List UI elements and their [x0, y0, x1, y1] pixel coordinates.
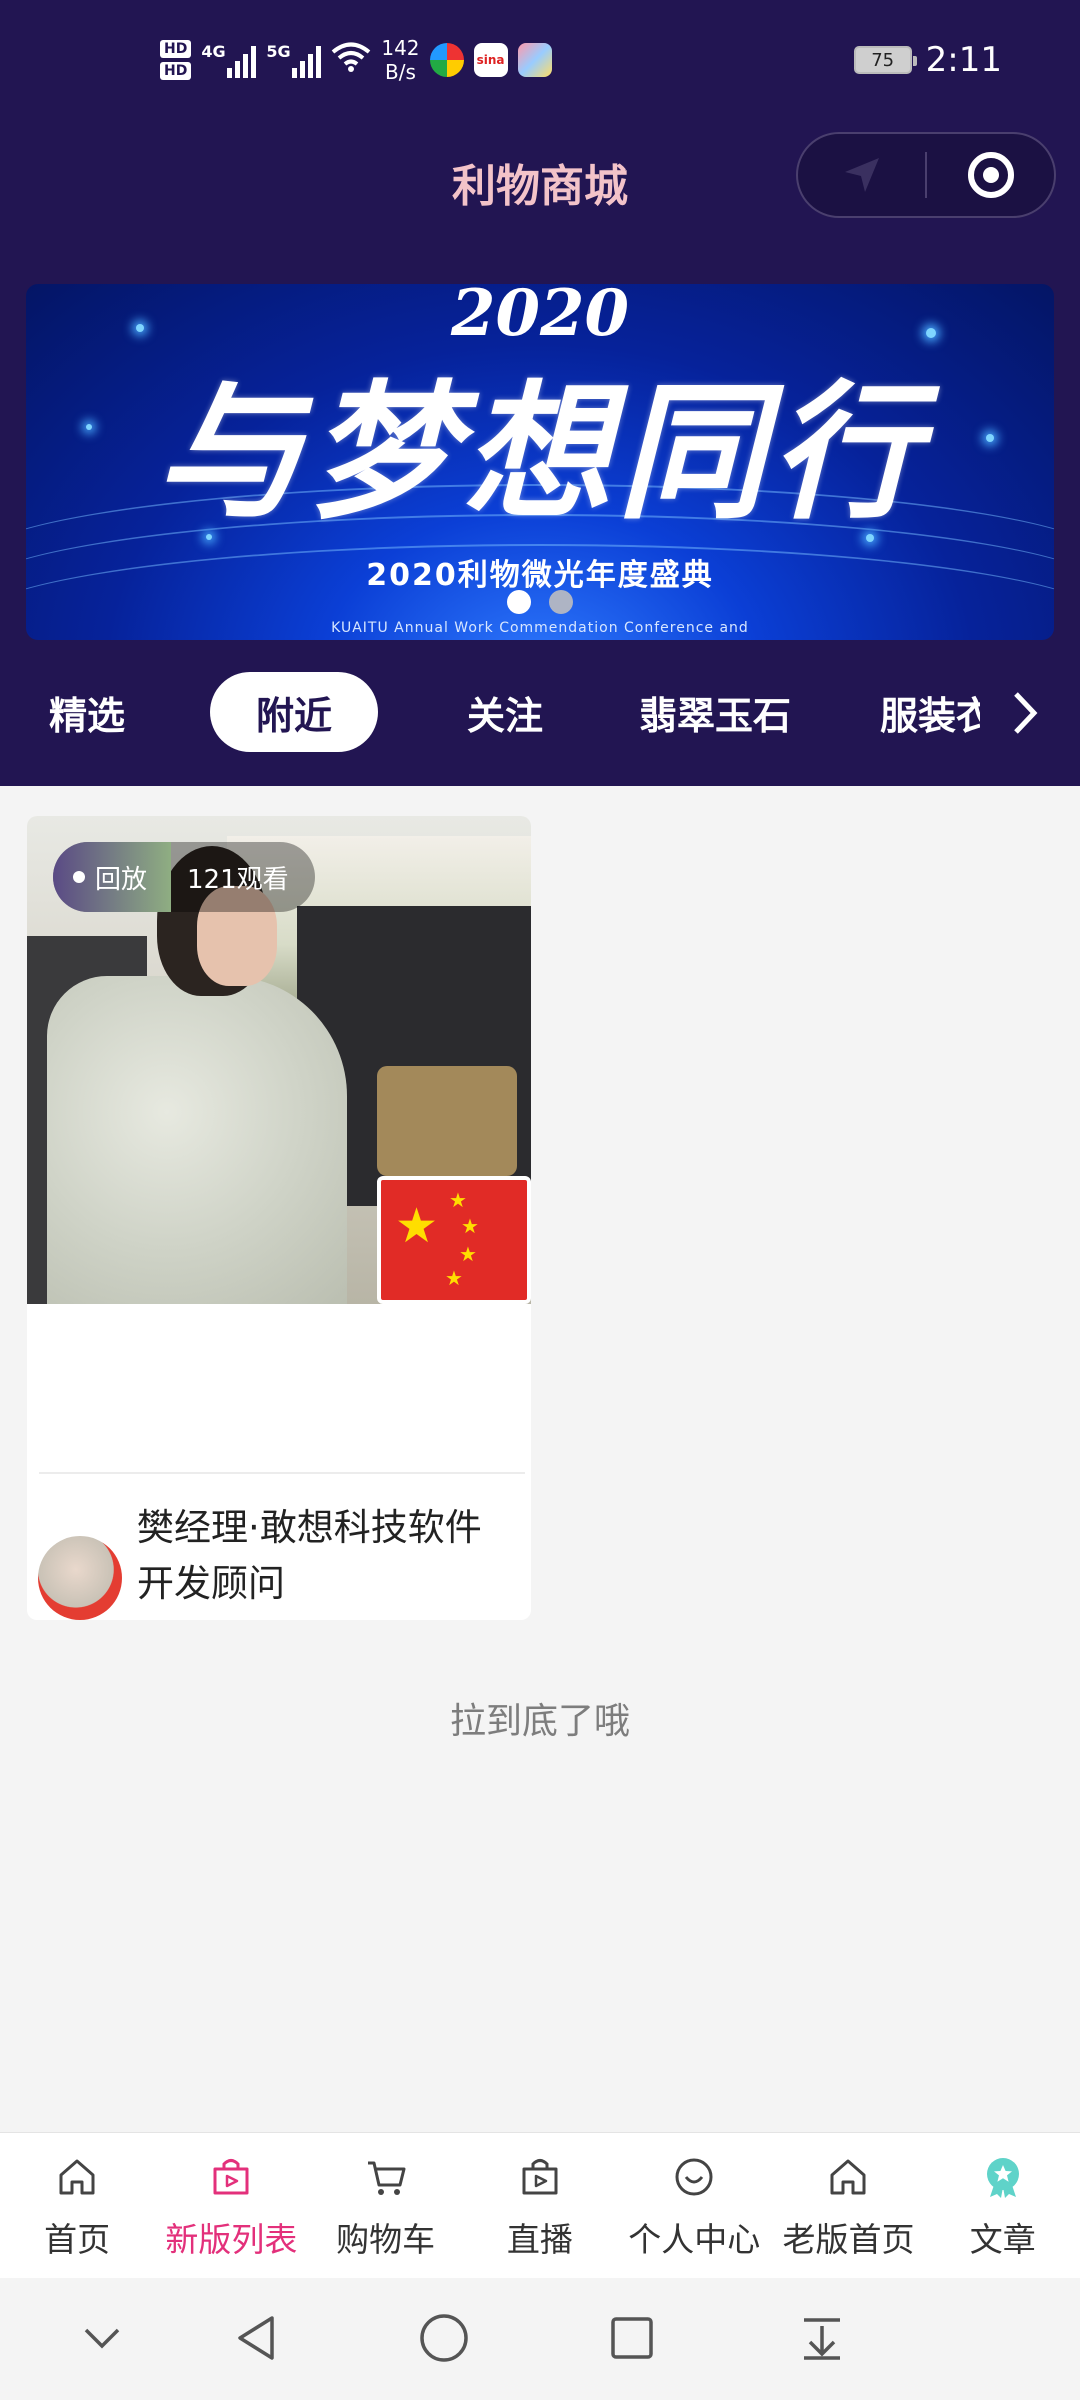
- back-button[interactable]: [226, 2308, 286, 2368]
- cover-person: [47, 976, 347, 1304]
- bottom-tab-bar: 首页 新版列表 购物车 直播 个人中心 老版首页 文章: [0, 2132, 1080, 2278]
- status-right: 75 2:11: [853, 40, 1002, 80]
- bottom-tab-old-home[interactable]: 老版首页: [771, 2133, 925, 2278]
- pull-down-icon: [804, 2318, 840, 2360]
- navigation-arrow-icon: [844, 158, 879, 192]
- banner-headline: 与梦想同行: [155, 367, 925, 539]
- app-notification-icon: [429, 43, 464, 77]
- avatar[interactable]: [38, 1536, 122, 1620]
- bottom-tab-label: 文章: [969, 2220, 1036, 2259]
- hd-badge-2: HD: [160, 62, 192, 80]
- bottom-tab-label: 首页: [44, 2220, 111, 2259]
- live-cover-image[interactable]: ★ ★ ★ ★ ★ 回放 121观看: [27, 816, 531, 1304]
- bottom-tab-label: 个人中心: [628, 2220, 761, 2259]
- speed-value: 142: [381, 36, 420, 60]
- bottom-tab-label: 老版首页: [782, 2220, 915, 2259]
- hide-nav-button[interactable]: [72, 2308, 132, 2368]
- cover-bag: [377, 1066, 517, 1176]
- card-divider: [39, 1472, 525, 1474]
- bottom-tab-cart[interactable]: 购物车: [309, 2133, 463, 2278]
- bottom-tab-label: 购物车: [336, 2220, 436, 2259]
- battery-icon: 75: [853, 46, 917, 74]
- tab-nearby[interactable]: 附近: [210, 672, 378, 752]
- network-type-1: 4G: [201, 42, 226, 61]
- bottom-tab-label: 新版列表: [165, 2220, 298, 2259]
- banner-subtitle: 2020利物微光年度盛典: [366, 558, 714, 593]
- hd-badge-1: HD: [160, 40, 192, 58]
- carousel-dot-1[interactable]: [507, 590, 531, 614]
- location-button[interactable]: [798, 134, 925, 216]
- gallery-notification-icon: [517, 43, 552, 77]
- end-of-list-text: 拉到底了哦: [449, 1701, 630, 1742]
- banner-english-caption: KUAITU Annual Work Commendation Conferen…: [331, 620, 749, 636]
- target-icon: [967, 152, 1014, 198]
- home-icon: [830, 2159, 866, 2195]
- mini-program-capsule: [796, 132, 1056, 218]
- status-bar: HD HD 4G 5G 142 B/s sina 75 2:11: [0, 0, 1080, 130]
- home-button[interactable]: [414, 2308, 474, 2368]
- speed-unit: B/s: [384, 60, 416, 84]
- chevron-down-icon: [84, 2328, 120, 2349]
- battery-level: 75: [871, 49, 895, 71]
- bottom-tab-profile[interactable]: 个人中心: [617, 2133, 771, 2278]
- close-capsule-button[interactable]: [927, 134, 1054, 216]
- live-room-card[interactable]: ★ ★ ★ ★ ★ 回放 121观看 樊经理·敢想科技软件开发顾问: [27, 816, 531, 1620]
- tab-clothing[interactable]: 服装衣: [880, 672, 980, 752]
- live-status-badge: 回放 121观看: [53, 842, 315, 912]
- cart-icon: [367, 2161, 406, 2195]
- network-type-2: 5G: [266, 42, 291, 61]
- home-circle-icon: [420, 2314, 468, 2362]
- bottom-tab-article[interactable]: 文章: [926, 2133, 1080, 2278]
- recents-button[interactable]: [602, 2308, 662, 2368]
- live-bag-icon: [522, 2159, 558, 2195]
- tab-jade[interactable]: 翡翠玉石: [630, 672, 800, 752]
- smiley-icon: [675, 2158, 713, 2196]
- signal-5g-icon: 5G: [266, 42, 322, 78]
- system-nav-bar: [0, 2278, 1080, 2400]
- bottom-tab-new-list[interactable]: 新版列表: [154, 2133, 308, 2278]
- carousel-dots: [26, 590, 1054, 614]
- notification-pull-button[interactable]: [792, 2308, 852, 2368]
- hd-indicators: HD HD: [160, 40, 192, 80]
- replay-label: 回放: [95, 864, 148, 895]
- award-badge-icon: [986, 2158, 1019, 2198]
- bottom-tab-label: 直播: [506, 2220, 573, 2259]
- wifi-icon: [331, 41, 371, 80]
- tab-clothing-clip: 服装衣: [880, 672, 980, 752]
- anchor-name[interactable]: 樊经理·敢想科技软件开发顾问: [137, 1500, 517, 1612]
- replay-tag: 回放: [53, 842, 172, 912]
- network-speed: 142 B/s: [381, 36, 419, 84]
- status-left: HD HD 4G 5G 142 B/s sina: [160, 36, 552, 84]
- carousel-dot-2[interactable]: [549, 590, 573, 614]
- home-icon: [59, 2159, 95, 2195]
- chevron-right-icon[interactable]: [1010, 688, 1040, 749]
- back-triangle-icon: [238, 2316, 274, 2360]
- app-header: 利物商城: [0, 130, 1080, 230]
- bottom-tab-home[interactable]: 首页: [0, 2133, 154, 2278]
- replay-dot-icon: [73, 871, 85, 883]
- bottom-tab-live[interactable]: 直播: [463, 2133, 617, 2278]
- weibo-notification-icon: sina: [473, 43, 508, 77]
- tab-featured[interactable]: 精选: [42, 672, 132, 752]
- signal-4g-icon: 4G: [201, 42, 257, 78]
- china-flag-icon: ★ ★ ★ ★ ★: [377, 1176, 531, 1304]
- tab-following[interactable]: 关注: [460, 672, 550, 752]
- promo-banner[interactable]: 2020 与梦想同行 2020利物微光年度盛典 KUAITU Annual Wo…: [26, 284, 1054, 640]
- recents-square-icon: [611, 2317, 653, 2359]
- view-count: 121观看: [187, 864, 289, 895]
- shopping-bag-play-icon: [213, 2159, 249, 2195]
- clock: 2:11: [925, 40, 1002, 80]
- category-tabs: 精选 附近 关注 翡翠玉石 服装衣: [0, 672, 1080, 756]
